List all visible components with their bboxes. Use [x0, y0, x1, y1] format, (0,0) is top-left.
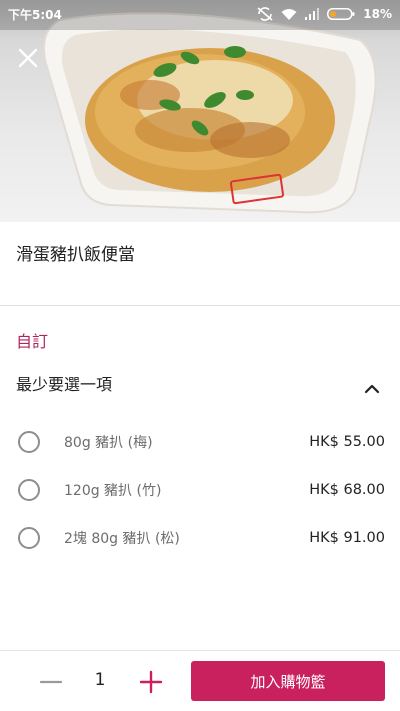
status-icons: 18% [257, 7, 392, 21]
status-bar: 下午5:04 18% [0, 0, 400, 28]
option-price: HK$ 68.00 [309, 482, 385, 498]
radio-button[interactable] [18, 527, 40, 549]
option-label: 80g 豬扒 (梅) [64, 435, 153, 451]
option-label: 120g 豬扒 (竹) [64, 483, 162, 499]
battery-percent: 18% [363, 7, 392, 21]
decrease-quantity-button[interactable] [38, 669, 64, 695]
minus-icon [39, 680, 63, 684]
option-row[interactable]: 120g 豬扒 (竹) HK$ 68.00 [0, 470, 400, 510]
add-to-cart-button[interactable]: 加入購物籃 [191, 661, 385, 701]
wifi-icon [281, 8, 297, 20]
quantity-value: 1 [94, 670, 106, 690]
collapse-button[interactable] [360, 378, 384, 398]
close-icon [18, 48, 38, 68]
option-price: HK$ 55.00 [309, 434, 385, 450]
status-time: 下午5:04 [8, 7, 62, 22]
option-label: 2塊 80g 豬扒 (松) [64, 531, 180, 547]
option-row[interactable]: 80g 豬扒 (梅) HK$ 55.00 [0, 422, 400, 462]
chevron-up-icon [364, 384, 380, 394]
requirement-text: 最少要選一項 [16, 375, 113, 394]
signal-icon [305, 8, 320, 20]
section-label: 自訂 [16, 332, 49, 351]
divider [0, 305, 400, 306]
increase-quantity-button[interactable] [138, 669, 164, 695]
option-row[interactable]: 2塊 80g 豬扒 (松) HK$ 91.00 [0, 518, 400, 558]
bottom-bar: 1 加入購物籃 [0, 650, 400, 711]
radio-button[interactable] [18, 431, 40, 453]
product-name: 滑蛋豬扒飯便當 [16, 245, 135, 265]
option-price: HK$ 91.00 [309, 530, 385, 546]
plus-icon [139, 670, 163, 694]
sync-off-icon [257, 7, 273, 21]
product-photo-illustration [0, 0, 400, 214]
close-button[interactable] [14, 44, 42, 72]
radio-button[interactable] [18, 479, 40, 501]
product-photo [0, 0, 400, 222]
battery-icon [327, 8, 355, 20]
